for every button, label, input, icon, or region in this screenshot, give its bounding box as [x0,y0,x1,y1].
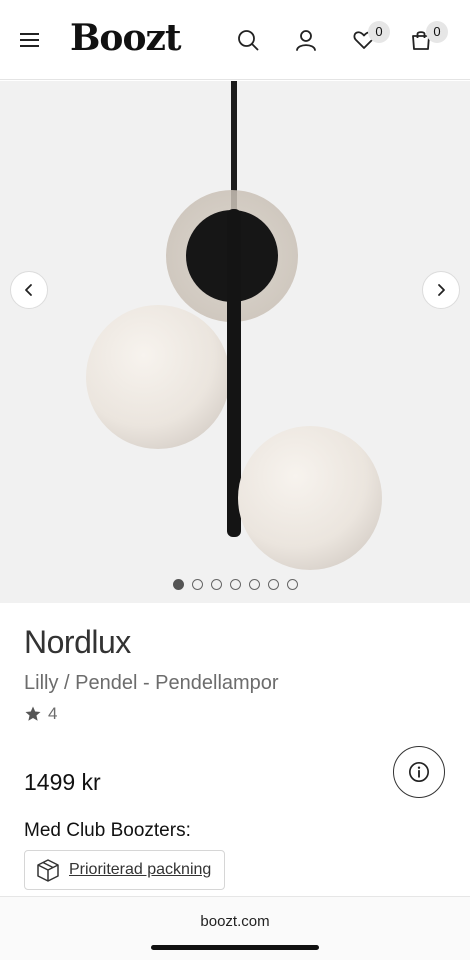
perk-label: Prioriterad packning [69,861,212,878]
home-indicator[interactable] [151,945,319,950]
priority-packing-perk[interactable]: Prioriterad packning [24,850,225,890]
next-image-button[interactable] [422,271,460,309]
browser-url[interactable]: boozt.com [0,913,470,930]
brand-logo[interactable]: Boozt [70,14,182,62]
wishlist-count-badge: 0 [368,21,390,43]
gallery-dot[interactable] [191,579,203,590]
chevron-left-icon [25,284,32,296]
star-icon [25,706,41,721]
chevron-right-icon [438,284,445,296]
product-page: Boozt 0 0 Nordlux Lilly / Pendel - Pende… [0,0,470,960]
bag-count-badge: 0 [426,21,448,43]
club-boozters-label: Med Club Boozters: [24,820,191,841]
search-button[interactable] [232,24,264,56]
gallery-dot[interactable] [210,579,222,590]
product-brand[interactable]: Nordlux [24,624,131,661]
product-price: 1499 kr [24,769,101,795]
gallery-dot[interactable] [229,579,241,590]
menu-button[interactable] [14,24,46,56]
user-icon [296,30,316,51]
product-subtitle: Lilly / Pendel - Pendellampor [24,672,279,694]
gallery-pagination-dots [0,579,470,593]
hamburger-menu-icon [20,33,39,47]
gallery-dot[interactable] [267,579,279,590]
search-icon [238,30,259,51]
gallery-dot[interactable] [286,579,298,590]
pendant-lamp-image [86,81,382,570]
rating-value: 4 [48,704,58,723]
product-rating[interactable]: 4 [24,704,57,724]
site-header: Boozt 0 0 [0,0,470,80]
info-icon [409,762,429,782]
browser-address-bar: boozt.com [0,896,470,960]
gallery-dot[interactable] [248,579,260,590]
info-button[interactable] [393,746,445,798]
account-button[interactable] [290,24,322,56]
gallery-dot[interactable] [172,579,184,590]
previous-image-button[interactable] [10,271,48,309]
product-image-gallery[interactable] [0,81,470,603]
package-icon [37,859,59,882]
